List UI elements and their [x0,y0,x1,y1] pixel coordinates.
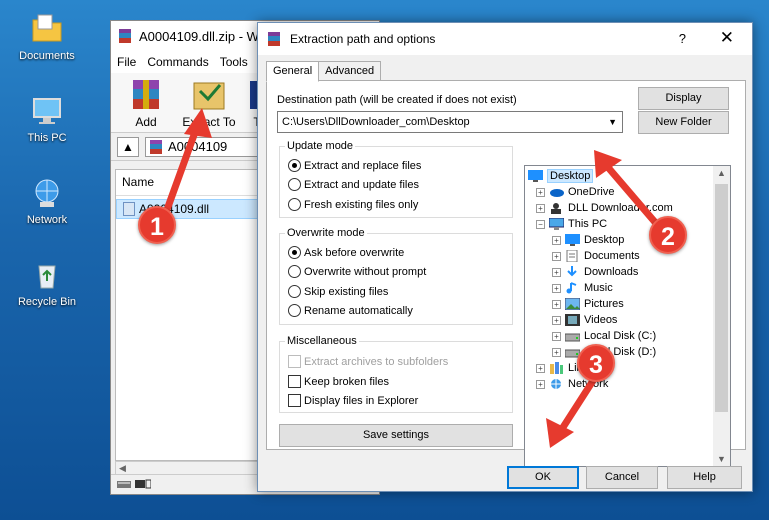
annotation-badge-3: 3 [577,344,615,382]
annotation-badge-2: 2 [649,216,687,254]
annotation-arrow-1 [160,108,212,222]
annotation-arrows [160,108,664,448]
annotation-badge-1: 1 [138,206,176,244]
annotation-arrow-3 [546,372,600,448]
annotation-arrow-2 [594,150,664,232]
tab-general[interactable]: General [266,61,320,82]
